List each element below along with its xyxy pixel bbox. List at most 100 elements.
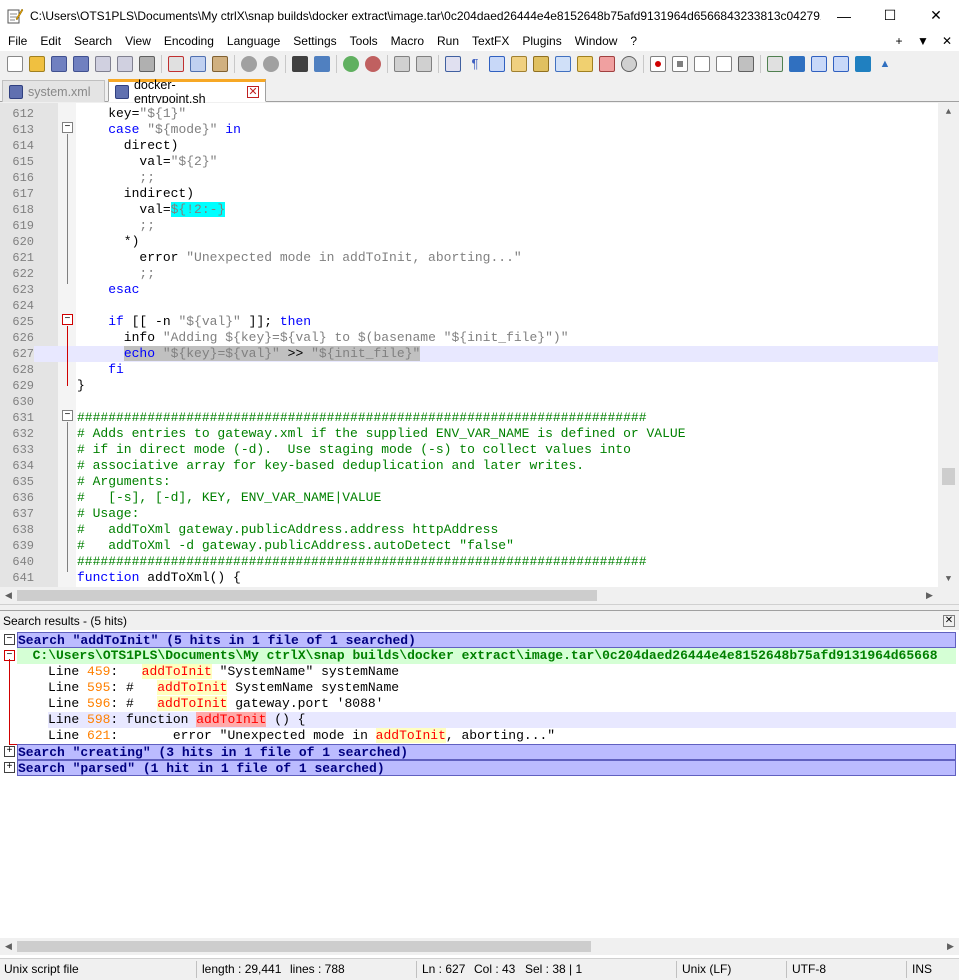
- print-icon[interactable]: [139, 56, 155, 72]
- tree-collapse-icon[interactable]: −: [4, 634, 15, 645]
- menu-window[interactable]: Window: [567, 34, 623, 48]
- editor-vertical-scrollbar[interactable]: ▲ ▼: [938, 103, 959, 587]
- compare-icon[interactable]: [811, 56, 827, 72]
- close-tab-icon[interactable]: ✕: [247, 85, 259, 98]
- scroll-right-arrow-icon[interactable]: ▶: [942, 938, 959, 955]
- code-line[interactable]: 624: [0, 298, 938, 314]
- scroll-up-arrow-icon[interactable]: ▲: [940, 103, 957, 120]
- code-line[interactable]: 615 val="${2}": [0, 154, 938, 170]
- code-line[interactable]: 632 # Adds entries to gateway.xml if the …: [0, 426, 938, 442]
- udl-icon[interactable]: [511, 56, 527, 72]
- code-line[interactable]: 635 # Arguments:: [0, 474, 938, 490]
- code-line[interactable]: 616 ;;: [0, 170, 938, 186]
- search-query-row[interactable]: Search "parsed" (1 hit in 1 file of 1 se…: [17, 760, 956, 776]
- search-query-row[interactable]: Search "addToInit" (5 hits in 1 file of …: [17, 632, 956, 648]
- close-button[interactable]: ✕: [913, 0, 959, 31]
- fold-collapse-icon[interactable]: −: [62, 410, 73, 421]
- redo-icon[interactable]: [263, 56, 279, 72]
- minimize-button[interactable]: —: [821, 0, 867, 31]
- tab-list-dropdown-button[interactable]: ▼: [911, 34, 935, 48]
- status-eol[interactable]: Unix (LF): [682, 962, 731, 976]
- code-line[interactable]: 612 key="${1}": [0, 106, 938, 122]
- code-line[interactable]: 613 case "${mode}" in: [0, 122, 938, 138]
- fold-collapse-icon[interactable]: −: [62, 122, 73, 133]
- close-all-icon[interactable]: [117, 56, 133, 72]
- code-line[interactable]: 621 error "Unexpected mode in addToInit,…: [0, 250, 938, 266]
- play-multiple-macro-icon[interactable]: [716, 56, 732, 72]
- tab-docker-entrypoint-sh[interactable]: docker-entrypoint.sh ✕: [108, 78, 266, 106]
- sync-horizontal-icon[interactable]: [416, 56, 432, 72]
- menu-textfx[interactable]: TextFX: [464, 34, 514, 48]
- up-arrow-icon[interactable]: ▲: [877, 56, 893, 72]
- search-results-tree[interactable]: − Search "addToInit" (5 hits in 1 file of…: [0, 632, 959, 942]
- spell-check-icon[interactable]: [767, 56, 783, 72]
- menu-file[interactable]: File: [0, 34, 32, 48]
- tree-expand-icon[interactable]: +: [4, 746, 15, 757]
- code-line[interactable]: 620 *): [0, 234, 938, 250]
- close-panel-button[interactable]: ✕: [943, 614, 955, 627]
- editor-horizontal-scrollbar[interactable]: ◀ ▶: [0, 587, 938, 604]
- scroll-down-arrow-icon[interactable]: ▼: [940, 570, 957, 587]
- menu-edit[interactable]: Edit: [32, 34, 66, 48]
- code-line[interactable]: 627 echo "${key}=${val}" >> "${init_file…: [0, 346, 938, 362]
- menu-run[interactable]: Run: [429, 34, 464, 48]
- code-editor[interactable]: 612 key="${1}" 613 case "${mode}" in 614 d…: [0, 103, 959, 587]
- indent-guide-icon[interactable]: [489, 56, 505, 72]
- search-hit-row[interactable]: Line 459: addToInit "SystemName" systemN…: [48, 664, 956, 680]
- word-wrap-icon[interactable]: [445, 56, 461, 72]
- menu-tools[interactable]: Tools: [342, 34, 383, 48]
- find-icon[interactable]: [292, 56, 308, 72]
- search-query-row[interactable]: Search "creating" (3 hits in 1 file of 1…: [17, 744, 956, 760]
- show-all-chars-icon[interactable]: ¶: [467, 56, 483, 72]
- open-file-icon[interactable]: [29, 56, 45, 72]
- code-line[interactable]: 630: [0, 394, 938, 410]
- clear-compare-icon[interactable]: [855, 56, 871, 72]
- code-line[interactable]: 639 # addToXml -d gateway.publicAddress.a…: [0, 538, 938, 554]
- code-line[interactable]: 617 indirect): [0, 186, 938, 202]
- zoom-out-icon[interactable]: [365, 56, 381, 72]
- copy-icon[interactable]: [190, 56, 206, 72]
- fold-collapse-icon[interactable]: −: [62, 314, 73, 325]
- undo-icon[interactable]: [241, 56, 257, 72]
- code-line[interactable]: 638 # addToXml gateway.publicAddress.addr…: [0, 522, 938, 538]
- code-line[interactable]: 637 # Usage:: [0, 506, 938, 522]
- menu-search[interactable]: Search: [66, 34, 117, 48]
- play-macro-icon[interactable]: [694, 56, 710, 72]
- menu-macro[interactable]: Macro: [383, 34, 429, 48]
- sync-vertical-icon[interactable]: [394, 56, 410, 72]
- compare-side-icon[interactable]: [833, 56, 849, 72]
- scroll-left-arrow-icon[interactable]: ◀: [0, 938, 17, 955]
- scroll-right-arrow-icon[interactable]: ▶: [921, 587, 938, 604]
- document-list-icon[interactable]: [599, 56, 615, 72]
- paste-icon[interactable]: [212, 56, 228, 72]
- code-line[interactable]: 614 direct): [0, 138, 938, 154]
- search-hit-row[interactable]: Line 598: function addToInit () {: [48, 712, 956, 728]
- tab-system-xml[interactable]: system.xml: [2, 80, 105, 102]
- replace-icon[interactable]: [314, 56, 330, 72]
- menu-view[interactable]: View: [117, 34, 156, 48]
- code-line[interactable]: 641 function addToXml() {: [0, 570, 938, 586]
- doc-map-icon[interactable]: [533, 56, 549, 72]
- monitoring-icon[interactable]: [621, 56, 637, 72]
- results-horizontal-scrollbar[interactable]: ◀ ▶: [0, 938, 959, 955]
- save-icon[interactable]: [51, 56, 67, 72]
- save-macro-icon[interactable]: [738, 56, 754, 72]
- maximize-button[interactable]: ☐: [867, 0, 913, 31]
- scroll-thumb[interactable]: [17, 941, 591, 952]
- code-line[interactable]: 626 info "Adding ${key}=${val} to $(base…: [0, 330, 938, 346]
- code-line[interactable]: 634 # associative array for key-based ded…: [0, 458, 938, 474]
- function-list-icon[interactable]: [555, 56, 571, 72]
- code-line[interactable]: 619 ;;: [0, 218, 938, 234]
- code-line[interactable]: 628 fi: [0, 362, 938, 378]
- code-line[interactable]: 636 # [-s], [-d], KEY, ENV_VAR_NAME|VALUE: [0, 490, 938, 506]
- search-hit-row[interactable]: Line 621: error "Unexpected mode in addT…: [48, 728, 956, 744]
- status-encoding[interactable]: UTF-8: [792, 962, 826, 976]
- save-all-icon[interactable]: [73, 56, 89, 72]
- code-line[interactable]: 618 val=${!2:-}: [0, 202, 938, 218]
- zoom-in-icon[interactable]: [343, 56, 359, 72]
- menu-help[interactable]: ?: [622, 34, 642, 48]
- scroll-left-arrow-icon[interactable]: ◀: [0, 587, 17, 604]
- plugin-download-icon[interactable]: [789, 56, 805, 72]
- search-hit-row[interactable]: Line 595: # addToInit SystemName systemN…: [48, 680, 956, 696]
- code-line[interactable]: 640 #####################################…: [0, 554, 938, 570]
